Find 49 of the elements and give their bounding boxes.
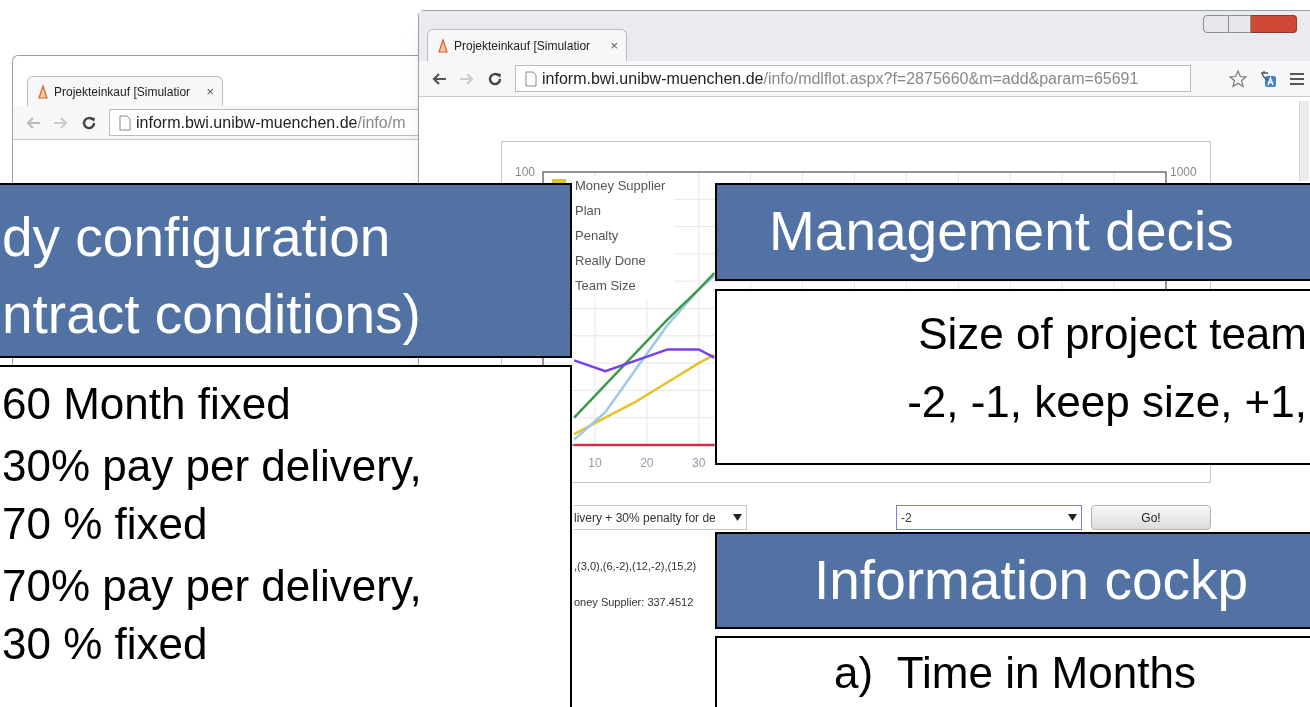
address-bar[interactable]: inform.bwi.unibw-muenchen.de/info/m — [109, 109, 418, 136]
menu-icon[interactable] — [1289, 71, 1305, 86]
go-button[interactable]: Go! — [1091, 505, 1211, 530]
dropdown[interactable]: livery + 30% penalty for de — [574, 505, 747, 530]
legend-label: Plan — [575, 203, 602, 218]
callout-text: -2, -1, keep size, +1, — [907, 376, 1307, 428]
tab-close-button[interactable]: × — [610, 35, 618, 56]
callout-text: 60 Month fixed — [2, 378, 292, 430]
address-bar[interactable]: inform.bwi.unibw-muenchen.de/info/mdlflot.aspx?f=2875660&m=add&param=65691 — [515, 65, 1191, 92]
browser-tab[interactable]: Projekteinkauf [Simulatior × — [427, 29, 627, 61]
minimize-button[interactable] — [1203, 15, 1229, 33]
star-icon[interactable] — [1229, 69, 1247, 88]
favicon-icon[interactable] — [436, 37, 450, 54]
callout-title: dy configuration — [2, 205, 392, 270]
back-arrow-icon[interactable] — [431, 71, 447, 86]
axis-label: 1000 — [1170, 165, 1197, 179]
url-text[interactable]: inform.bwi.unibw-muenchen.de/info/mdlflot.aspx?f=2875660&m=add&param=65691 — [542, 66, 1139, 91]
callout-text: a) Time in Months — [834, 647, 1197, 699]
axis-label: 10 — [588, 456, 602, 470]
axis-label: 20 — [640, 456, 654, 470]
url-text[interactable]: inform.bwi.unibw-muenchen.de/info/m — [136, 110, 406, 135]
callout-text: Size of project team — [918, 308, 1307, 360]
axis-label: 30 — [692, 456, 706, 470]
scrollbar[interactable] — [1299, 101, 1309, 181]
status-text: ,(3,0),(6,-2),(12,-2),(15,2) — [574, 559, 697, 574]
legend-label: Really Done — [575, 253, 646, 268]
maximize-button[interactable] — [1229, 15, 1251, 33]
close-button[interactable] — [1251, 15, 1297, 33]
legend-label: Money Supplier — [575, 178, 666, 193]
legend-label: Penalty — [575, 228, 619, 243]
page-icon[interactable] — [118, 114, 132, 131]
callout-title: Information cockp — [814, 548, 1250, 613]
dropdown[interactable]: -2 — [896, 505, 1082, 530]
page-icon[interactable] — [524, 70, 538, 87]
dropdown-arrow-icon[interactable] — [1068, 514, 1077, 521]
browser-tab[interactable]: Projekteinkauf [Simulatior × — [27, 76, 223, 106]
legend-label: Team Size — [575, 278, 636, 293]
callout-title: Management decis — [769, 199, 1235, 264]
callout-title: ntract conditions) — [2, 282, 422, 347]
callout-text: 70% pay per delivery, 30 % fixed — [2, 560, 423, 670]
reload-icon[interactable] — [81, 114, 97, 131]
translate-icon[interactable] — [1259, 69, 1277, 88]
status-text: oney Supplier: 337.4512 — [574, 595, 695, 610]
reload-icon[interactable] — [487, 70, 503, 87]
axis-label: 100 — [514, 165, 535, 179]
favicon-icon[interactable] — [36, 83, 50, 100]
dropdown-arrow-icon[interactable] — [733, 514, 742, 521]
callout-text: 30% pay per delivery, 70 % fixed — [2, 440, 423, 550]
tab-close-button[interactable]: × — [206, 81, 214, 102]
